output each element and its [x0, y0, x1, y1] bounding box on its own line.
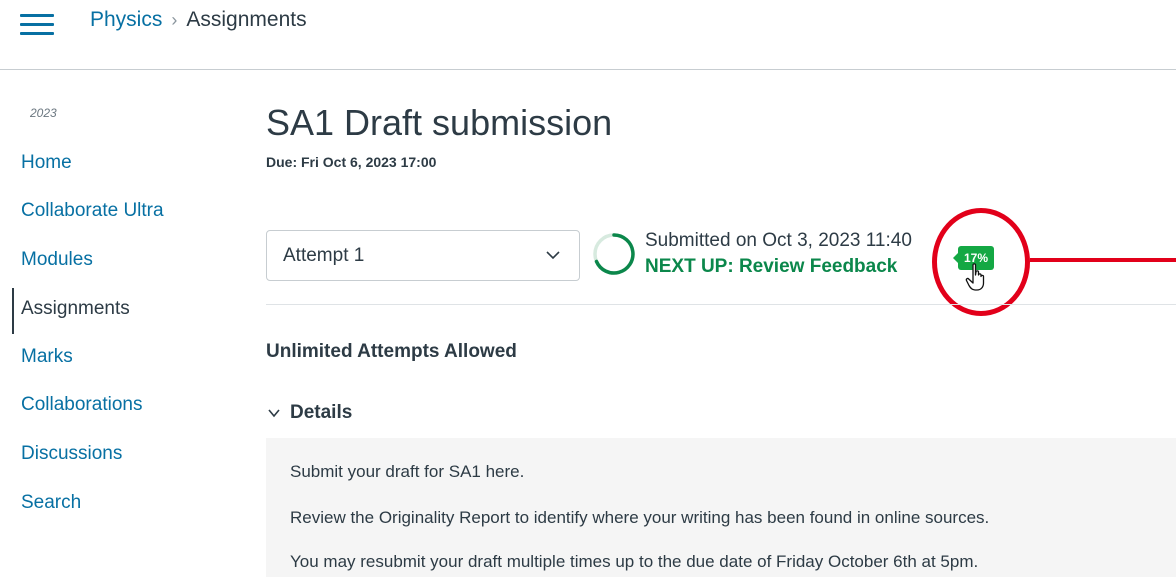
next-up-review-feedback[interactable]: NEXT UP: Review Feedback — [645, 256, 897, 278]
chevron-down-icon — [268, 409, 280, 418]
page-title: SA1 Draft submission — [266, 102, 613, 143]
detail-line: You may resubmit your draft multiple tim… — [290, 552, 979, 571]
details-panel: Submit your draft for SA1 here. Review t… — [266, 438, 1176, 577]
attempt-select[interactable]: Attempt 1 — [266, 230, 580, 281]
submitted-on-text: Submitted on Oct 3, 2023 11:40 — [645, 230, 912, 251]
active-indicator — [12, 288, 14, 334]
breadcrumb: Physics › Assignments — [90, 8, 307, 32]
annotation-line — [1030, 258, 1176, 262]
annotation-circle — [932, 208, 1030, 316]
sidebar-item-marks[interactable]: Marks — [21, 346, 73, 368]
detail-line: Review the Originality Report to identif… — [290, 508, 990, 527]
hamburger-icon[interactable] — [20, 14, 54, 36]
global-header: Physics › Assignments — [0, 0, 1176, 70]
breadcrumb-separator: › — [171, 9, 178, 30]
sidebar-item-search[interactable]: Search — [21, 492, 81, 514]
attempt-select-value: Attempt 1 — [283, 245, 365, 266]
sidebar-item-discussions[interactable]: Discussions — [21, 443, 122, 465]
term-label: 2023 — [30, 106, 57, 120]
attempts-allowed: Unlimited Attempts Allowed — [266, 341, 517, 362]
sidebar-item-modules[interactable]: Modules — [21, 249, 93, 271]
sidebar-item-assignments[interactable]: Assignments — [21, 298, 130, 320]
breadcrumb-current: Assignments — [186, 8, 307, 31]
section-divider — [266, 304, 1176, 305]
course-nav: 2023 Home Collaborate Ultra Modules Assi… — [0, 70, 240, 577]
breadcrumb-course-link[interactable]: Physics — [90, 8, 162, 32]
details-label: Details — [290, 402, 353, 423]
progress-ring-icon — [593, 233, 635, 275]
sidebar-item-home[interactable]: Home — [21, 152, 72, 174]
sidebar-item-collaborate-ultra[interactable]: Collaborate Ultra — [21, 200, 164, 222]
detail-line: Submit your draft for SA1 here. — [290, 462, 525, 481]
details-toggle[interactable]: Details — [266, 402, 352, 424]
chevron-down-icon — [546, 251, 560, 260]
due-date: Due: Fri Oct 6, 2023 17:00 — [266, 154, 437, 170]
sidebar-item-collaborations[interactable]: Collaborations — [21, 394, 142, 416]
